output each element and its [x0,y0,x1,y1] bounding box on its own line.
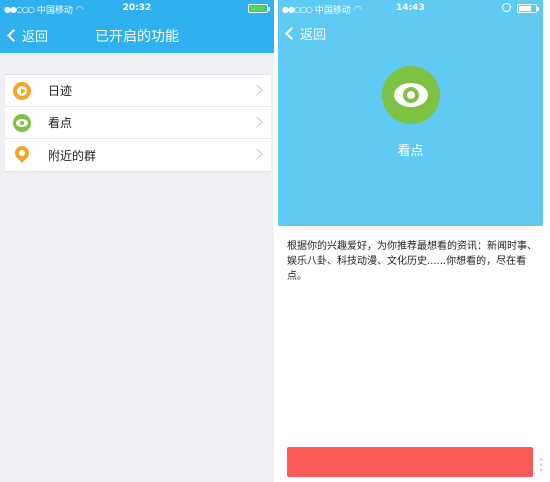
page-title: 已开启的功能 [95,29,179,45]
watermark-icon: ⁝ [538,453,545,477]
left-screen: ●●○○○ 中国移动 ◠ 20:32 返回 已开启的功能 日迹 看点 附近的群 [0,0,274,482]
enabled-features-list: 日迹 看点 附近的群 [5,74,271,172]
feature-name: 看点 [397,144,424,159]
back-label: 返回 [300,28,327,43]
chevron-right-icon [251,148,263,160]
list-item-nearby-groups[interactable]: 附近的群 [5,139,271,171]
play-circle-icon [13,81,31,100]
list-item-rizhi[interactable]: 日迹 [5,75,271,107]
chevron-right-icon [251,84,263,96]
feature-description: 根据你的兴趣爱好，为你推荐最想看的资讯：新闻时事、娱乐八卦、科技动漫、文化历史.… [287,241,537,282]
chevron-right-icon [251,116,263,128]
nav-bar: 返回 已开启的功能 [0,17,274,53]
status-time: 20:32 [122,3,152,13]
list-item-kandian[interactable]: 看点 [5,107,271,139]
enable-feature-button[interactable] [287,447,533,477]
eye-icon [382,66,440,124]
feature-header: ●●○○○ 中国移动 ◠ 14:43 返回 看点 [278,0,543,226]
chevron-left-icon [285,27,298,40]
list-item-label: 附近的群 [48,148,97,163]
orientation-lock-icon [502,3,511,12]
right-screen: ●●○○○ 中国移动 ◠ 14:43 返回 看点 根据你的兴趣爱好，为你推荐最想… [278,0,550,482]
list-item-label: 日迹 [48,84,73,98]
battery-icon [248,4,270,13]
battery-icon [517,4,539,13]
list-item-label: 看点 [48,116,73,130]
eye-icon [13,113,31,132]
back-button[interactable]: 返回 [284,24,326,43]
location-pin-icon [12,143,32,164]
status-bar: ●●○○○ 中国移动 ◠ 14:43 [278,0,543,17]
status-bar: ●●○○○ 中国移动 ◠ 20:32 [0,0,274,17]
